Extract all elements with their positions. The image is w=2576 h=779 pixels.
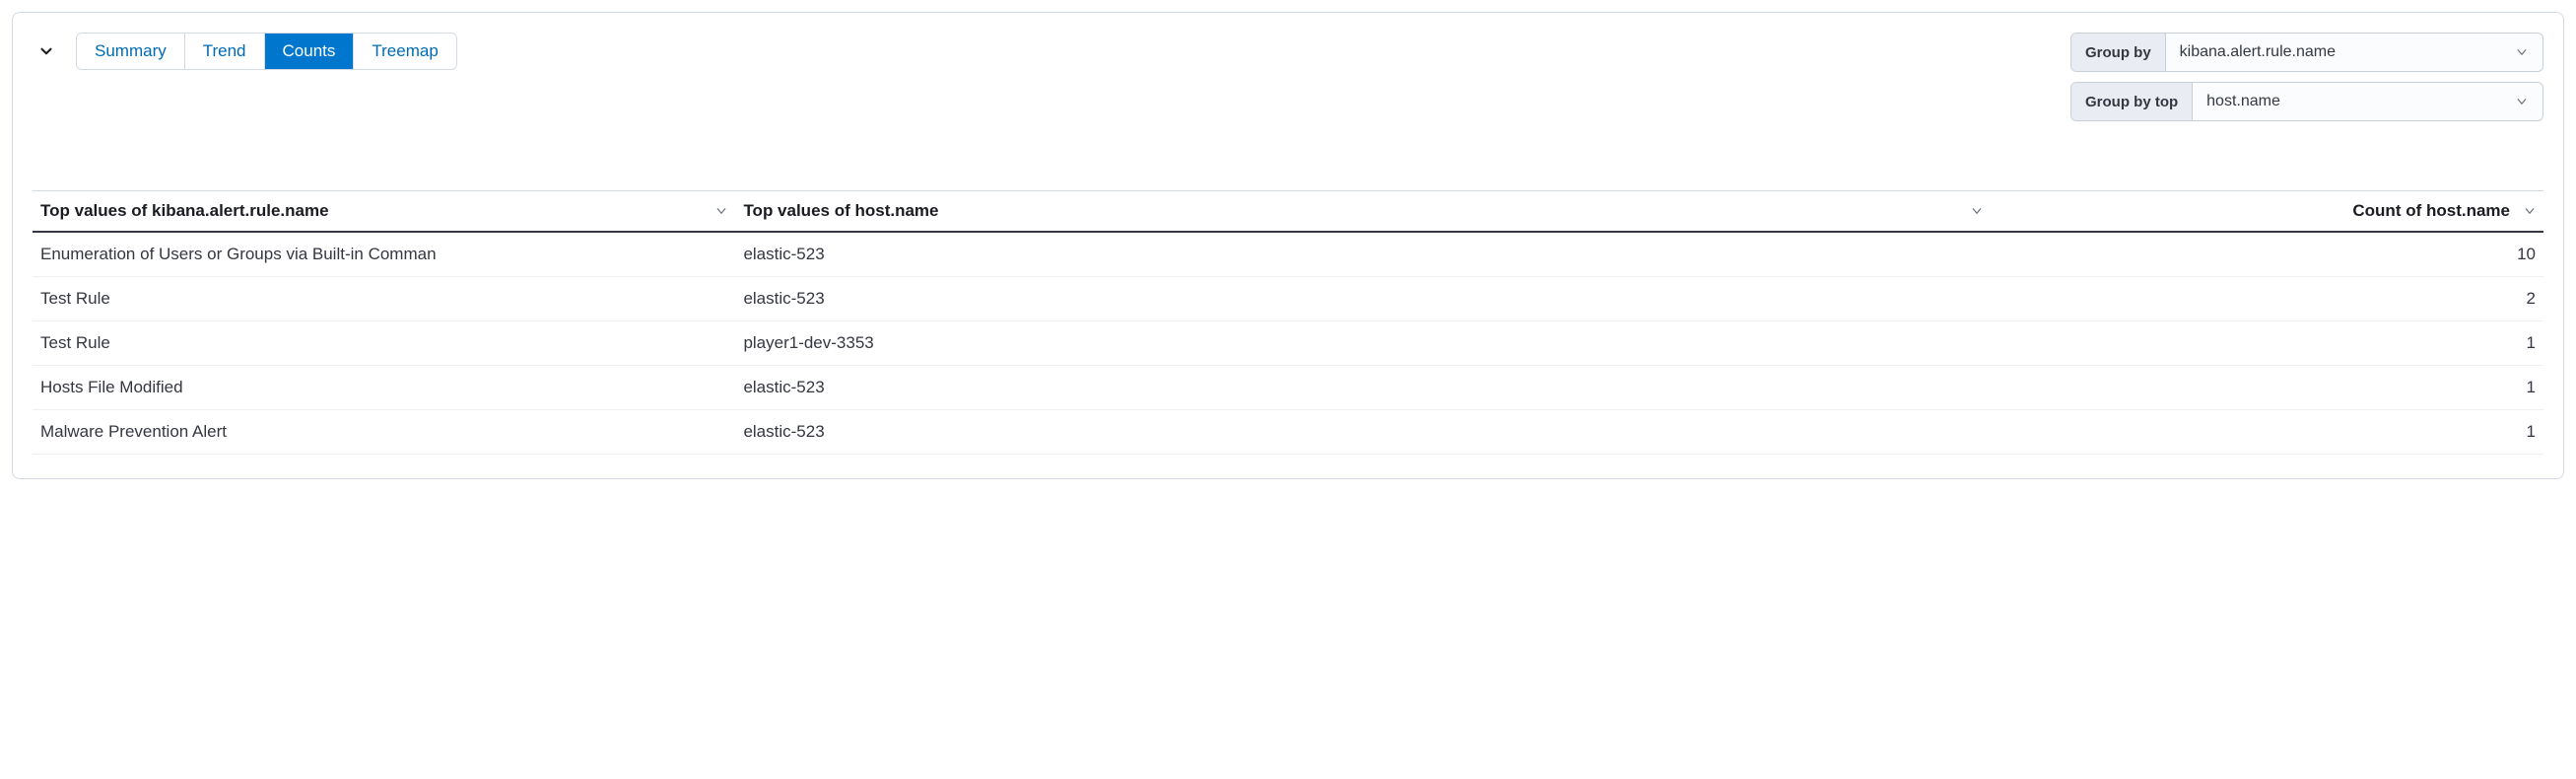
chevron-down-icon bbox=[2515, 95, 2529, 108]
table-row: Test Rule player1-dev-3353 1 bbox=[33, 321, 2543, 366]
spacer bbox=[33, 121, 2543, 190]
cell-host: elastic-523 bbox=[735, 366, 1991, 410]
table-row: Hosts File Modified elastic-523 1 bbox=[33, 366, 2543, 410]
chevron-down-icon[interactable] bbox=[2524, 205, 2536, 217]
counts-panel: Summary Trend Counts Treemap Group by ki… bbox=[12, 12, 2564, 479]
column-header-host-label: Top values of host.name bbox=[743, 201, 938, 221]
left-controls: Summary Trend Counts Treemap bbox=[33, 33, 457, 70]
cell-rule: Test Rule bbox=[33, 277, 735, 321]
group-by-top-value[interactable]: host.name bbox=[2193, 83, 2542, 120]
table-body: Enumeration of Users or Groups via Built… bbox=[33, 232, 2543, 455]
cell-rule: Hosts File Modified bbox=[33, 366, 735, 410]
cell-count: 2 bbox=[1991, 277, 2543, 321]
tab-counts[interactable]: Counts bbox=[265, 34, 355, 69]
cell-rule: Test Rule bbox=[33, 321, 735, 366]
column-header-rule-label: Top values of kibana.alert.rule.name bbox=[40, 201, 329, 221]
group-by-label: Group by bbox=[2071, 34, 2166, 71]
column-header-count-label: Count of host.name bbox=[2352, 201, 2510, 221]
cell-host: elastic-523 bbox=[735, 410, 1991, 455]
group-by-top-value-text: host.name bbox=[2206, 93, 2515, 110]
panel-header: Summary Trend Counts Treemap Group by ki… bbox=[33, 33, 2543, 121]
column-header-count[interactable]: Count of host.name bbox=[1991, 191, 2543, 233]
table-row: Malware Prevention Alert elastic-523 1 bbox=[33, 410, 2543, 455]
chevron-down-icon bbox=[37, 42, 55, 60]
cell-count: 1 bbox=[1991, 410, 2543, 455]
chevron-down-icon[interactable] bbox=[715, 205, 727, 217]
counts-table: Top values of kibana.alert.rule.name Top… bbox=[33, 190, 2543, 455]
group-by-top-label: Group by top bbox=[2071, 83, 2193, 120]
column-header-rule[interactable]: Top values of kibana.alert.rule.name bbox=[33, 191, 735, 233]
cell-count: 10 bbox=[1991, 232, 2543, 277]
group-by-value-text: kibana.alert.rule.name bbox=[2180, 43, 2515, 61]
tab-summary[interactable]: Summary bbox=[77, 34, 185, 69]
group-controls: Group by kibana.alert.rule.name Group by… bbox=[2070, 33, 2543, 121]
collapse-toggle[interactable] bbox=[33, 37, 60, 65]
cell-host: player1-dev-3353 bbox=[735, 321, 1991, 366]
cell-host: elastic-523 bbox=[735, 277, 1991, 321]
column-header-host[interactable]: Top values of host.name bbox=[735, 191, 1991, 233]
group-by-select[interactable]: Group by kibana.alert.rule.name bbox=[2070, 33, 2543, 72]
cell-count: 1 bbox=[1991, 321, 2543, 366]
cell-rule: Malware Prevention Alert bbox=[33, 410, 735, 455]
cell-rule: Enumeration of Users or Groups via Built… bbox=[33, 232, 735, 277]
group-by-value[interactable]: kibana.alert.rule.name bbox=[2166, 34, 2542, 71]
group-by-top-select[interactable]: Group by top host.name bbox=[2070, 82, 2543, 121]
view-tabs: Summary Trend Counts Treemap bbox=[76, 33, 457, 70]
tab-trend[interactable]: Trend bbox=[185, 34, 265, 69]
cell-host: elastic-523 bbox=[735, 232, 1991, 277]
table-row: Enumeration of Users or Groups via Built… bbox=[33, 232, 2543, 277]
chevron-down-icon[interactable] bbox=[1971, 205, 1983, 217]
chevron-down-icon bbox=[2515, 45, 2529, 59]
cell-count: 1 bbox=[1991, 366, 2543, 410]
table-row: Test Rule elastic-523 2 bbox=[33, 277, 2543, 321]
tab-treemap[interactable]: Treemap bbox=[354, 34, 455, 69]
